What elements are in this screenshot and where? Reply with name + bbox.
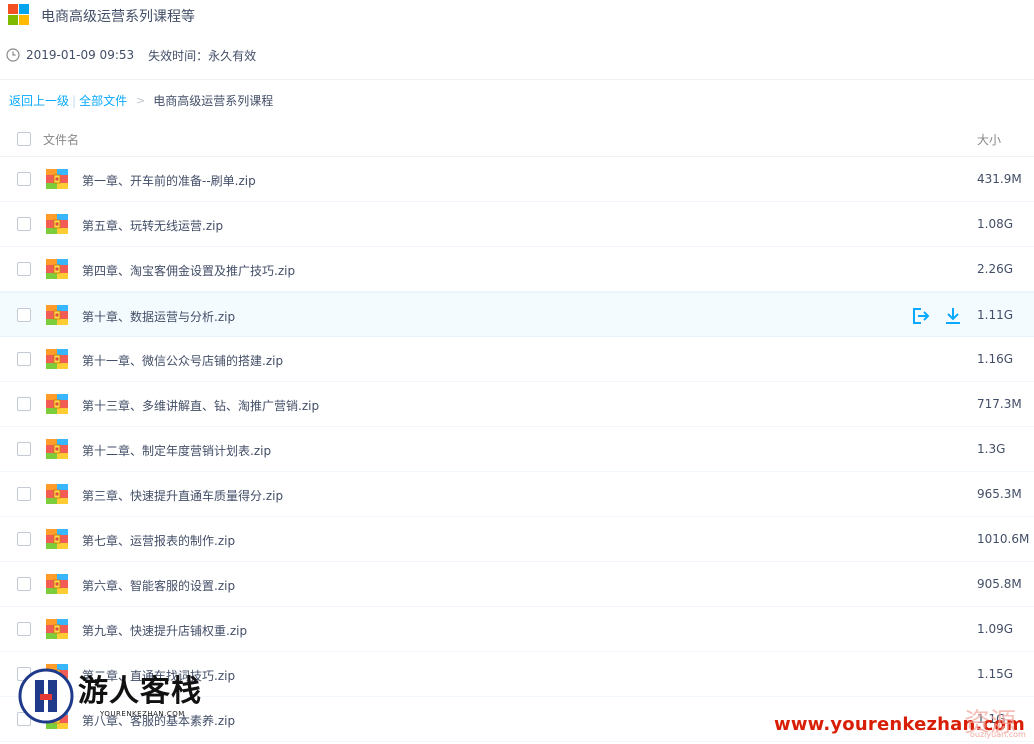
all-files-link[interactable]: 全部文件	[79, 92, 127, 109]
zip-file-icon	[46, 214, 68, 234]
row-checkbox[interactable]	[17, 308, 31, 322]
zip-file-icon	[46, 259, 68, 279]
breadcrumb-current: 电商高级运营系列课程	[153, 94, 274, 108]
watermark-left-text: 游人客栈	[78, 674, 202, 709]
column-name-header[interactable]: 文件名	[43, 131, 79, 148]
file-row[interactable]: 第十二章、制定年度营销计划表.zip 1.3G	[0, 427, 1034, 472]
file-list-header: 文件名 大小	[0, 120, 1034, 157]
file-row[interactable]: 第三章、快速提升直通车质量得分.zip 965.3M	[0, 472, 1034, 517]
file-name[interactable]: 第三章、快速提升直通车质量得分.zip	[82, 487, 283, 504]
file-row[interactable]: 第四章、淘宝客佣金设置及推广技巧.zip 2.26G	[0, 247, 1034, 292]
zip-file-icon	[46, 394, 68, 414]
row-checkbox[interactable]	[17, 442, 31, 456]
file-size: 1.16G	[977, 352, 1014, 366]
clock-icon	[6, 48, 20, 62]
row-checkbox[interactable]	[17, 487, 31, 501]
row-checkbox[interactable]	[17, 172, 31, 186]
expiry-text: 失效时间：永久有效	[148, 48, 257, 63]
row-checkbox[interactable]	[17, 622, 31, 636]
zip-file-icon	[46, 349, 68, 369]
row-checkbox[interactable]	[17, 217, 31, 231]
zip-file-icon	[46, 619, 68, 639]
watermark-left-subtext: YOURENKEZHAN.COM	[100, 710, 185, 718]
file-row[interactable]: 第九章、快速提升店铺权重.zip 1.09G	[0, 607, 1034, 652]
file-size: 431.9M	[977, 172, 1022, 186]
file-row[interactable]: 第一章、开车前的准备--刷单.zip 431.9M	[0, 157, 1034, 202]
file-size: 717.3M	[977, 397, 1022, 411]
file-name[interactable]: 第五章、玩转无线运营.zip	[82, 217, 223, 234]
file-name[interactable]: 第十章、数据运营与分析.zip	[82, 308, 235, 325]
row-checkbox[interactable]	[17, 397, 31, 411]
file-size: 1.15G	[977, 667, 1014, 681]
share-meta: 2019-01-09 09:53 失效时间：永久有效	[6, 47, 256, 63]
file-row[interactable]: 第十章、数据运营与分析.zip 1.11G	[0, 292, 1034, 337]
file-row[interactable]: 第十三章、多维讲解直、钻、淘推广营销.zip 717.3M	[0, 382, 1034, 427]
select-all-checkbox[interactable]	[17, 132, 31, 146]
file-row[interactable]: 第七章、运营报表的制作.zip 1010.6M	[0, 517, 1034, 562]
zip-file-icon	[46, 574, 68, 594]
zip-file-icon	[46, 484, 68, 504]
file-name[interactable]: 第一章、开车前的准备--刷单.zip	[82, 172, 256, 189]
file-name[interactable]: 第四章、淘宝客佣金设置及推广技巧.zip	[82, 262, 295, 279]
file-name[interactable]: 第九章、快速提升店铺权重.zip	[82, 622, 247, 639]
watermark-right: www.yourenkezhan.com 资源 ouziyuan.com	[774, 708, 1034, 744]
zip-file-icon	[46, 169, 68, 189]
watermark-left: 游人客栈 YOURENKEZHAN.COM	[18, 664, 218, 726]
file-row[interactable]: 第六章、智能客服的设置.zip 905.8M	[0, 562, 1034, 607]
column-size-header[interactable]: 大小	[977, 131, 1001, 148]
breadcrumb-arrow: >	[136, 94, 146, 107]
file-row[interactable]: 第五章、玩转无线运营.zip 1.08G	[0, 202, 1034, 247]
zip-file-icon	[46, 305, 68, 325]
breadcrumb: 返回上一级 | 全部文件 > 电商高级运营系列课程	[9, 92, 273, 109]
file-row[interactable]: 第十一章、微信公众号店铺的搭建.zip 1.16G	[0, 337, 1034, 382]
file-size: 965.3M	[977, 487, 1022, 501]
back-link[interactable]: 返回上一级	[9, 92, 69, 109]
file-name[interactable]: 第六章、智能客服的设置.zip	[82, 577, 235, 594]
zip-file-icon	[46, 439, 68, 459]
download-icon[interactable]	[943, 306, 963, 326]
file-name[interactable]: 第十一章、微信公众号店铺的搭建.zip	[82, 352, 283, 369]
file-size: 905.8M	[977, 577, 1022, 591]
zip-file-icon	[46, 529, 68, 549]
row-checkbox[interactable]	[17, 577, 31, 591]
file-size: 1.3G	[977, 442, 1006, 456]
breadcrumb-divider: |	[72, 93, 77, 108]
app-logo-icon	[8, 4, 30, 26]
file-size: 1.11G	[977, 308, 1014, 322]
file-name[interactable]: 第十二章、制定年度营销计划表.zip	[82, 442, 271, 459]
file-name[interactable]: 第十三章、多维讲解直、钻、淘推广营销.zip	[82, 397, 319, 414]
watermark-right-subtext: ouziyuan.com	[970, 730, 1026, 739]
watermark-logo-icon	[18, 668, 74, 724]
file-size: 1.08G	[977, 217, 1014, 231]
row-checkbox[interactable]	[17, 352, 31, 366]
file-size: 1.09G	[977, 622, 1014, 636]
file-size: 1010.6M	[977, 532, 1030, 546]
row-actions	[910, 306, 963, 326]
save-to-netdisk-icon[interactable]	[910, 306, 930, 326]
file-list: 文件名 大小 第一章、开车前的准备--刷单.zip 431.9M 第五章、玩转无线运…	[0, 120, 1034, 742]
row-checkbox[interactable]	[17, 532, 31, 546]
share-title: 电商高级运营系列课程等	[41, 9, 195, 25]
file-size: 2.26G	[977, 262, 1014, 276]
file-name[interactable]: 第七章、运营报表的制作.zip	[82, 532, 235, 549]
share-time: 2019-01-09 09:53	[26, 48, 135, 62]
row-checkbox[interactable]	[17, 262, 31, 276]
share-header: 电商高级运营系列课程等 2019-01-09 09:53 失效时间：永久有效	[0, 0, 1034, 80]
